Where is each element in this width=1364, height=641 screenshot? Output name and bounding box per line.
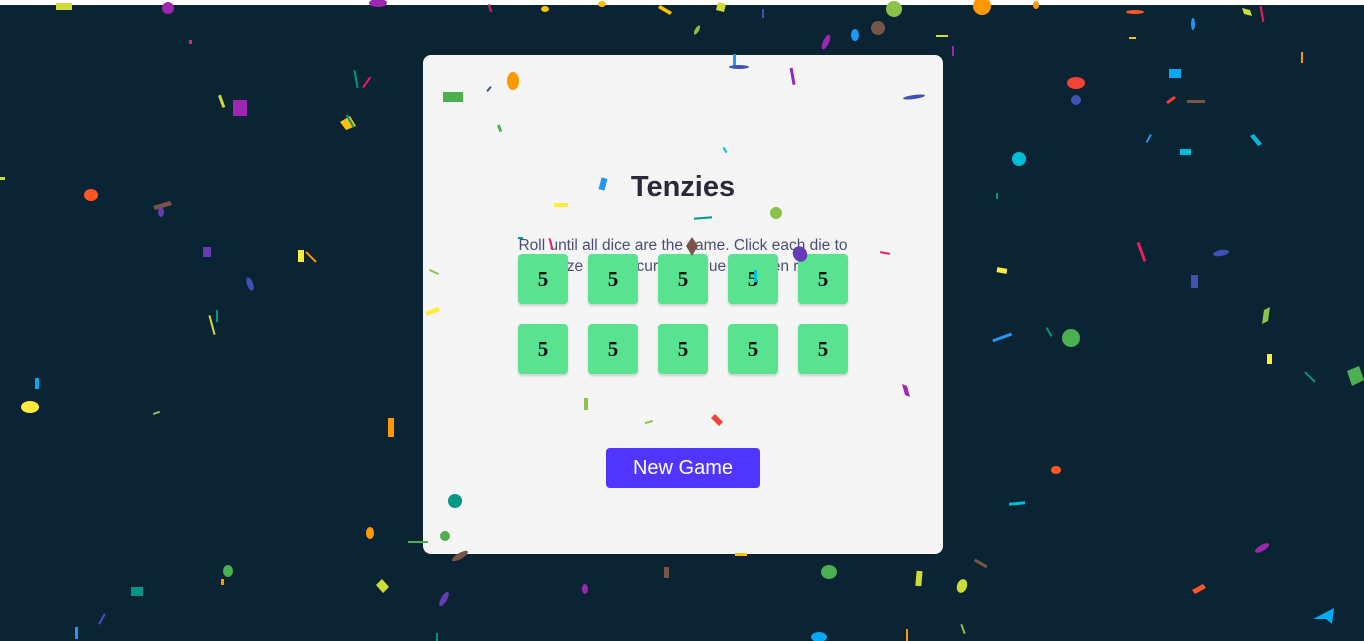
confetti-piece <box>305 251 317 263</box>
confetti-piece <box>84 189 98 201</box>
confetti-piece <box>996 193 998 199</box>
confetti-piece <box>996 267 1008 274</box>
browser-top-strip <box>0 0 1364 5</box>
confetti-piece <box>811 632 827 641</box>
confetti-piece <box>223 565 233 577</box>
confetti-piece <box>189 40 192 44</box>
confetti-piece <box>362 76 372 89</box>
confetti-piece <box>1166 96 1176 104</box>
confetti-piece <box>153 201 172 210</box>
confetti-piece <box>208 315 216 335</box>
die-5[interactable]: 5 <box>798 254 848 304</box>
confetti-piece <box>992 332 1013 343</box>
confetti-piece <box>376 579 389 593</box>
confetti-piece <box>1136 241 1147 262</box>
confetti-piece <box>1067 77 1085 89</box>
confetti-piece <box>1242 8 1252 16</box>
confetti-piece <box>21 401 39 413</box>
die-9[interactable]: 5 <box>728 324 778 374</box>
confetti-piece <box>1180 149 1191 155</box>
confetti-piece <box>851 29 859 41</box>
confetti-piece <box>1259 5 1265 23</box>
confetti-piece <box>1187 100 1205 103</box>
confetti-piece <box>1213 249 1229 257</box>
confetti-piece <box>216 310 218 322</box>
confetti-piece <box>1191 18 1195 30</box>
confetti-piece <box>664 567 669 578</box>
confetti-piece <box>1012 152 1026 166</box>
confetti-piece <box>298 250 304 262</box>
confetti-piece <box>1145 134 1152 143</box>
confetti-piece <box>871 21 885 35</box>
confetti-piece <box>541 6 549 12</box>
confetti-piece <box>821 565 837 579</box>
confetti-piece <box>915 570 923 587</box>
game-card: Tenzies Roll until all dice are the same… <box>423 55 943 554</box>
confetti-piece <box>1129 37 1136 39</box>
confetti-piece <box>366 527 374 539</box>
confetti-piece <box>152 410 161 415</box>
confetti-piece <box>1062 329 1080 347</box>
confetti-piece <box>906 629 908 641</box>
die-8[interactable]: 5 <box>658 324 708 374</box>
confetti-piece <box>1304 371 1316 383</box>
die-4[interactable]: 5 <box>728 254 778 304</box>
confetti-piece <box>1192 584 1206 594</box>
confetti-piece <box>246 277 254 291</box>
confetti-piece <box>203 247 211 257</box>
die-1[interactable]: 5 <box>518 254 568 304</box>
confetti-piece <box>221 579 224 585</box>
confetti-piece <box>35 378 39 389</box>
die-7[interactable]: 5 <box>588 324 638 374</box>
confetti-piece <box>1301 52 1303 63</box>
die-6[interactable]: 5 <box>518 324 568 374</box>
die-10[interactable]: 5 <box>798 324 848 374</box>
die-2[interactable]: 5 <box>588 254 638 304</box>
new-game-button[interactable]: New Game <box>606 448 760 488</box>
confetti-piece <box>956 579 968 593</box>
confetti-piece <box>1169 69 1181 78</box>
confetti-piece <box>693 25 701 35</box>
confetti-piece <box>658 5 672 15</box>
confetti-piece <box>1250 134 1262 146</box>
confetti-piece <box>436 633 438 641</box>
confetti-piece <box>1126 10 1144 14</box>
confetti-piece <box>1347 366 1364 386</box>
confetti-piece <box>388 418 394 437</box>
confetti-piece <box>75 627 78 639</box>
confetti-piece <box>1008 501 1026 506</box>
confetti-piece <box>1254 543 1270 553</box>
confetti-piece <box>1262 307 1270 324</box>
confetti-piece <box>353 69 359 89</box>
confetti-piece <box>131 587 143 596</box>
confetti-piece <box>960 623 966 635</box>
confetti-piece <box>762 9 764 18</box>
die-3[interactable]: 5 <box>658 254 708 304</box>
confetti-piece <box>936 35 948 37</box>
confetti-piece <box>1313 608 1334 624</box>
confetti-piece <box>218 94 226 108</box>
confetti-piece <box>952 46 954 56</box>
confetti-piece <box>582 584 588 594</box>
confetti-piece <box>1071 95 1081 105</box>
game-title: Tenzies <box>630 171 736 203</box>
confetti-piece <box>98 613 106 625</box>
confetti-piece <box>345 114 355 128</box>
confetti-piece <box>1045 327 1053 337</box>
confetti-piece <box>1191 275 1198 288</box>
confetti-piece <box>487 3 493 13</box>
confetti-piece <box>158 207 164 217</box>
confetti-piece <box>1051 466 1061 474</box>
confetti-piece <box>439 591 449 607</box>
confetti-piece <box>233 100 247 116</box>
confetti-piece <box>1267 354 1272 364</box>
confetti-piece <box>821 34 831 50</box>
confetti-piece <box>0 177 5 180</box>
confetti-piece <box>973 558 988 569</box>
confetti-piece <box>340 116 356 130</box>
